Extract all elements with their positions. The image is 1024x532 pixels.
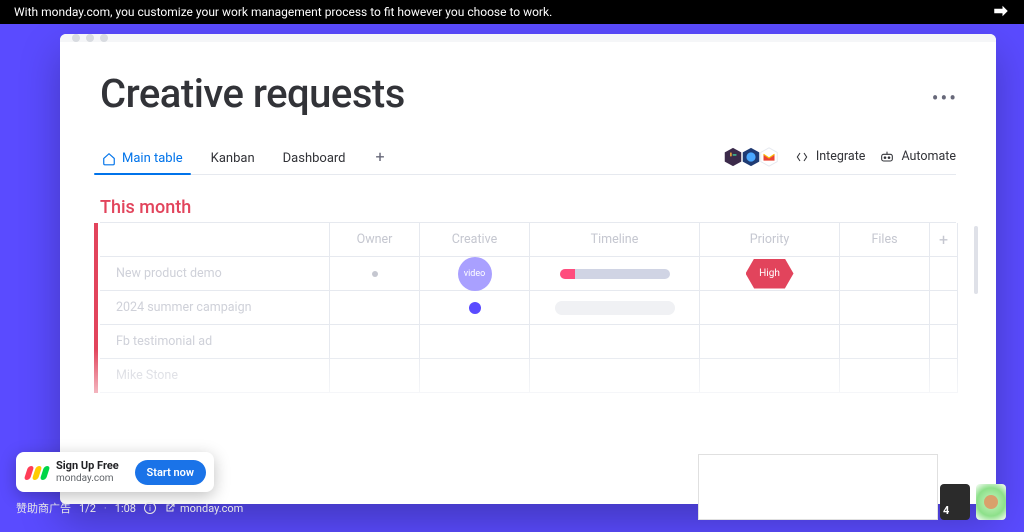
app-window: Creative requests ••• Main table Kanban … [60, 34, 996, 504]
ad-info-bar: 赞助商广告 1/2 · 1:08 i monday.com [16, 500, 243, 516]
add-column-button[interactable]: + [930, 223, 958, 257]
automate-label: Automate [901, 149, 956, 164]
tab-kanban[interactable]: Kanban [209, 145, 257, 174]
integration-icons[interactable] [722, 146, 780, 168]
board-area: Creative requests ••• Main table Kanban … [60, 42, 996, 504]
timeline-cell[interactable] [530, 291, 700, 325]
creative-dot-icon [469, 302, 481, 314]
creative-cell[interactable]: video [420, 257, 530, 291]
participant-thumbnails: 4 [940, 484, 1006, 520]
col-header-name [100, 223, 330, 257]
tab-main-table[interactable]: Main table [100, 145, 185, 174]
item-name[interactable]: Mike Stone [100, 359, 330, 393]
timeline-cell[interactable] [530, 257, 700, 291]
priority-cell[interactable] [700, 325, 840, 359]
owner-placeholder-icon [372, 271, 378, 277]
tab-label: Main table [122, 151, 183, 166]
files-cell[interactable] [840, 359, 930, 393]
files-cell[interactable] [840, 325, 930, 359]
group-this-month: This month Owner Creative Timeline Prior… [100, 197, 956, 393]
row-end-cell [930, 359, 958, 393]
priority-cell[interactable] [700, 359, 840, 393]
files-cell[interactable] [840, 291, 930, 325]
ad-progress: 1/2 [79, 502, 96, 515]
thumbnail-count[interactable]: 4 [940, 484, 970, 520]
creative-video-chip: video [458, 257, 492, 291]
creative-cell[interactable] [420, 359, 530, 393]
timeline-bar [560, 269, 670, 279]
thumbnail-participant[interactable] [976, 484, 1006, 520]
integrate-button[interactable]: Integrate [794, 149, 866, 165]
item-name[interactable]: Fb testimonial ad [100, 325, 330, 359]
board-grid: Owner Creative Timeline Priority Files +… [100, 222, 956, 393]
ad-site-text: monday.com [180, 502, 243, 515]
automate-button[interactable]: Automate [879, 149, 956, 165]
add-view-button[interactable]: + [372, 147, 389, 172]
row-end-cell [930, 325, 958, 359]
col-header-timeline[interactable]: Timeline [530, 223, 700, 257]
gmail-hex-icon [758, 146, 780, 168]
timeline-cell[interactable] [530, 359, 700, 393]
integrate-label: Integrate [816, 149, 866, 164]
video-caption-bar: With monday.com, you customize your work… [0, 0, 1024, 24]
sponsor-text: Sign Up Free monday.com [56, 460, 127, 483]
timeline-placeholder [555, 301, 675, 315]
info-icon[interactable]: i [144, 502, 156, 514]
col-header-owner[interactable]: Owner [330, 223, 420, 257]
item-name[interactable]: New product demo [100, 257, 330, 291]
thumbnail-count-badge: 4 [943, 504, 949, 517]
view-tabs-row: Main table Kanban Dashboard + [100, 145, 956, 175]
tab-label: Dashboard [283, 151, 346, 166]
owner-cell[interactable] [330, 291, 420, 325]
scrollbar-vertical[interactable] [974, 226, 978, 294]
timeline-cell[interactable] [530, 325, 700, 359]
row-end-cell [930, 291, 958, 325]
window-dot [86, 34, 94, 42]
col-header-files[interactable]: Files [840, 223, 930, 257]
board-more-button[interactable]: ••• [932, 86, 958, 110]
sponsor-domain: monday.com [56, 473, 127, 484]
monday-logo-icon [26, 464, 48, 480]
window-titlebar [60, 34, 996, 42]
priority-high-badge: High [746, 259, 794, 289]
sponsor-cta-button[interactable]: Start now [135, 460, 206, 485]
sponsor-headline: Sign Up Free [56, 460, 127, 472]
window-dot [72, 34, 80, 42]
owner-cell[interactable] [330, 325, 420, 359]
creative-cell[interactable] [420, 291, 530, 325]
tab-label: Kanban [211, 151, 255, 166]
share-icon[interactable] [992, 2, 1010, 23]
ad-site-link[interactable]: monday.com [164, 502, 243, 515]
caption-text: With monday.com, you customize your work… [14, 5, 552, 19]
overlay-panel [698, 454, 938, 520]
owner-cell[interactable] [330, 359, 420, 393]
tab-dashboard[interactable]: Dashboard [281, 145, 348, 174]
creative-cell[interactable] [420, 325, 530, 359]
sponsor-card[interactable]: Sign Up Free monday.com Start now [16, 452, 214, 492]
board-title: Creative requests [100, 70, 956, 117]
files-cell[interactable] [840, 257, 930, 291]
priority-cell[interactable] [700, 291, 840, 325]
group-title[interactable]: This month [100, 197, 956, 218]
priority-cell[interactable]: High [700, 257, 840, 291]
row-end-cell [930, 257, 958, 291]
ad-time: 1:08 [115, 502, 136, 515]
item-name[interactable]: 2024 summer campaign [100, 291, 330, 325]
col-header-priority[interactable]: Priority [700, 223, 840, 257]
window-dot [100, 34, 108, 42]
owner-cell[interactable] [330, 257, 420, 291]
col-header-creative[interactable]: Creative [420, 223, 530, 257]
avatar-icon [984, 495, 998, 509]
ad-label: 赞助商广告 [16, 500, 71, 516]
